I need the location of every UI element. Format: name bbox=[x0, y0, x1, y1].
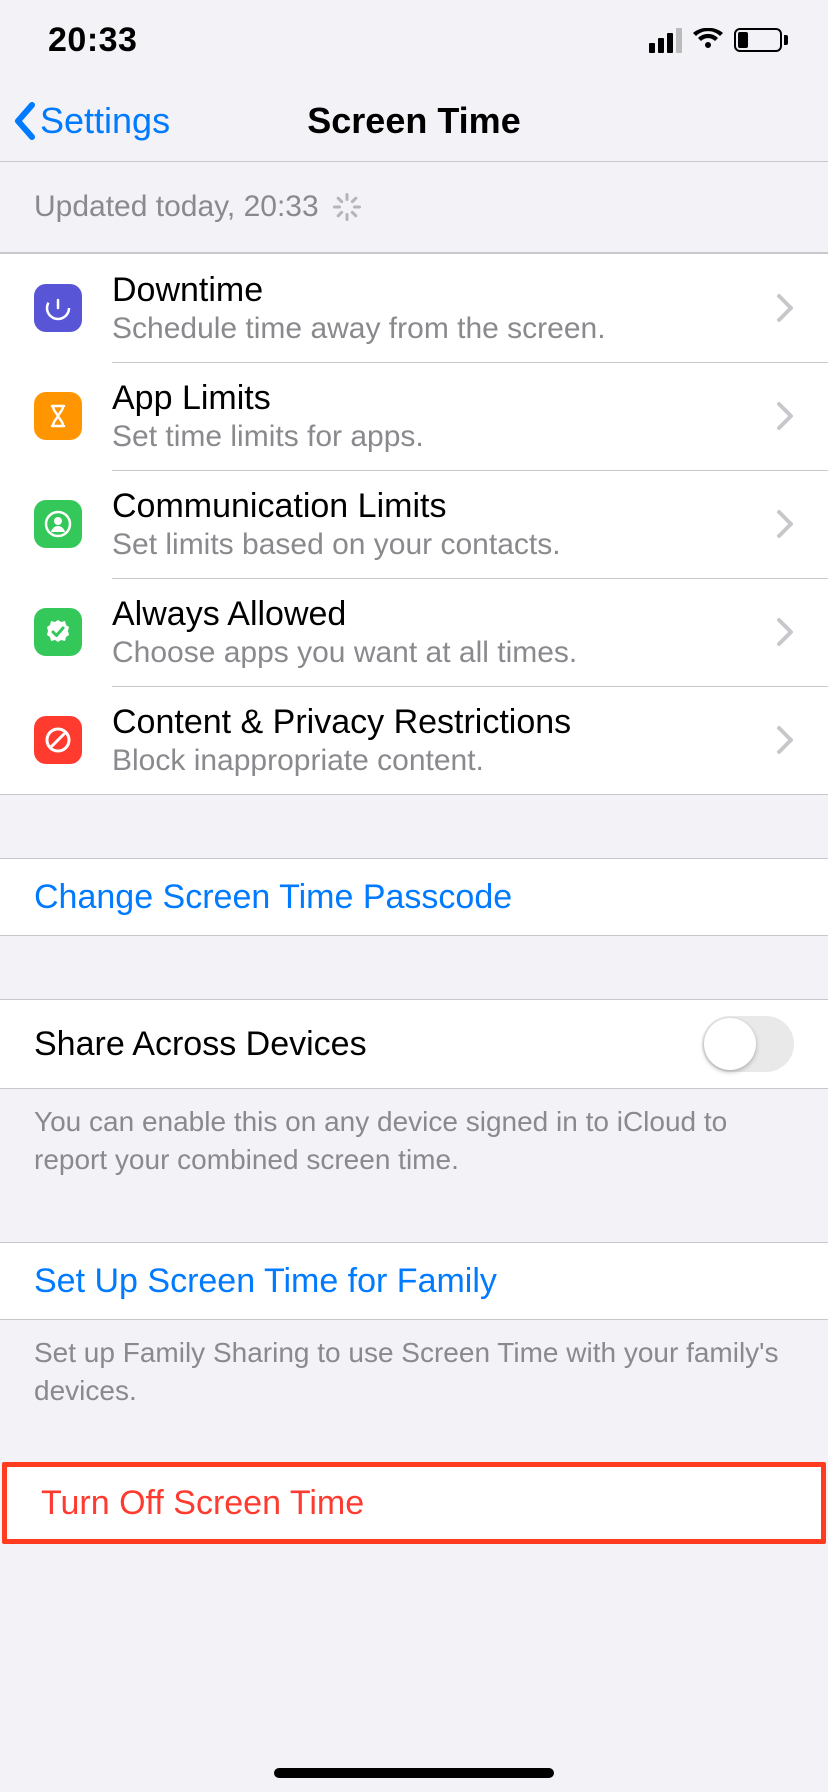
row-subtitle: Block inappropriate content. bbox=[112, 744, 766, 778]
chevron-right-icon bbox=[776, 401, 794, 431]
row-communication-limits[interactable]: Communication Limits Set limits based on… bbox=[0, 470, 828, 578]
row-title: Share Across Devices bbox=[34, 1024, 702, 1064]
status-time: 20:33 bbox=[48, 21, 137, 60]
contact-icon bbox=[34, 500, 82, 548]
nav-bar: Settings Screen Time bbox=[0, 80, 828, 162]
cellular-signal-icon bbox=[649, 28, 682, 53]
row-subtitle: Set limits based on your contacts. bbox=[112, 528, 766, 562]
row-downtime[interactable]: Downtime Schedule time away from the scr… bbox=[0, 254, 828, 362]
row-subtitle: Schedule time away from the screen. bbox=[112, 312, 766, 346]
row-content-privacy[interactable]: Content & Privacy Restrictions Block ina… bbox=[0, 686, 828, 794]
family-group: Set Up Screen Time for Family bbox=[0, 1242, 828, 1320]
row-title: Set Up Screen Time for Family bbox=[34, 1261, 794, 1301]
row-subtitle: Choose apps you want at all times. bbox=[112, 636, 766, 670]
chevron-right-icon bbox=[776, 293, 794, 323]
downtime-icon bbox=[34, 284, 82, 332]
status-bar: 20:33 bbox=[0, 0, 828, 80]
turn-off-group: Turn Off Screen Time bbox=[7, 1467, 821, 1539]
chevron-right-icon bbox=[776, 509, 794, 539]
hourglass-icon bbox=[34, 392, 82, 440]
check-badge-icon bbox=[34, 608, 82, 656]
share-toggle[interactable] bbox=[702, 1016, 794, 1072]
row-title: Turn Off Screen Time bbox=[41, 1483, 787, 1523]
row-set-up-family[interactable]: Set Up Screen Time for Family bbox=[0, 1243, 828, 1319]
passcode-group: Change Screen Time Passcode bbox=[0, 858, 828, 936]
chevron-right-icon bbox=[776, 725, 794, 755]
chevron-left-icon bbox=[12, 101, 38, 141]
row-change-passcode[interactable]: Change Screen Time Passcode bbox=[0, 859, 828, 935]
home-indicator[interactable] bbox=[274, 1768, 554, 1778]
row-title: Content & Privacy Restrictions bbox=[112, 702, 766, 742]
row-title: Change Screen Time Passcode bbox=[34, 877, 794, 917]
family-footer: Set up Family Sharing to use Screen Time… bbox=[0, 1320, 828, 1410]
turn-off-highlight: Turn Off Screen Time bbox=[2, 1462, 826, 1544]
row-title: App Limits bbox=[112, 378, 766, 418]
row-title: Communication Limits bbox=[112, 486, 766, 526]
updated-label: Updated today, 20:33 bbox=[34, 190, 319, 224]
row-share-across-devices[interactable]: Share Across Devices bbox=[0, 1000, 828, 1088]
page-title: Screen Time bbox=[307, 100, 520, 142]
loading-spinner-icon bbox=[333, 193, 361, 221]
status-indicators bbox=[649, 28, 788, 53]
back-button[interactable]: Settings bbox=[12, 100, 170, 142]
battery-icon bbox=[734, 28, 788, 52]
wifi-icon bbox=[692, 28, 724, 52]
share-group: Share Across Devices bbox=[0, 999, 828, 1089]
no-entry-icon bbox=[34, 716, 82, 764]
share-footer: You can enable this on any device signed… bbox=[0, 1089, 828, 1179]
updated-row: Updated today, 20:33 bbox=[0, 162, 828, 253]
row-always-allowed[interactable]: Always Allowed Choose apps you want at a… bbox=[0, 578, 828, 686]
row-turn-off-screen-time[interactable]: Turn Off Screen Time bbox=[7, 1467, 821, 1539]
back-label: Settings bbox=[40, 100, 170, 142]
row-title: Always Allowed bbox=[112, 594, 766, 634]
screen-time-options-group: Downtime Schedule time away from the scr… bbox=[0, 253, 828, 795]
row-subtitle: Set time limits for apps. bbox=[112, 420, 766, 454]
row-title: Downtime bbox=[112, 270, 766, 310]
row-app-limits[interactable]: App Limits Set time limits for apps. bbox=[0, 362, 828, 470]
chevron-right-icon bbox=[776, 617, 794, 647]
